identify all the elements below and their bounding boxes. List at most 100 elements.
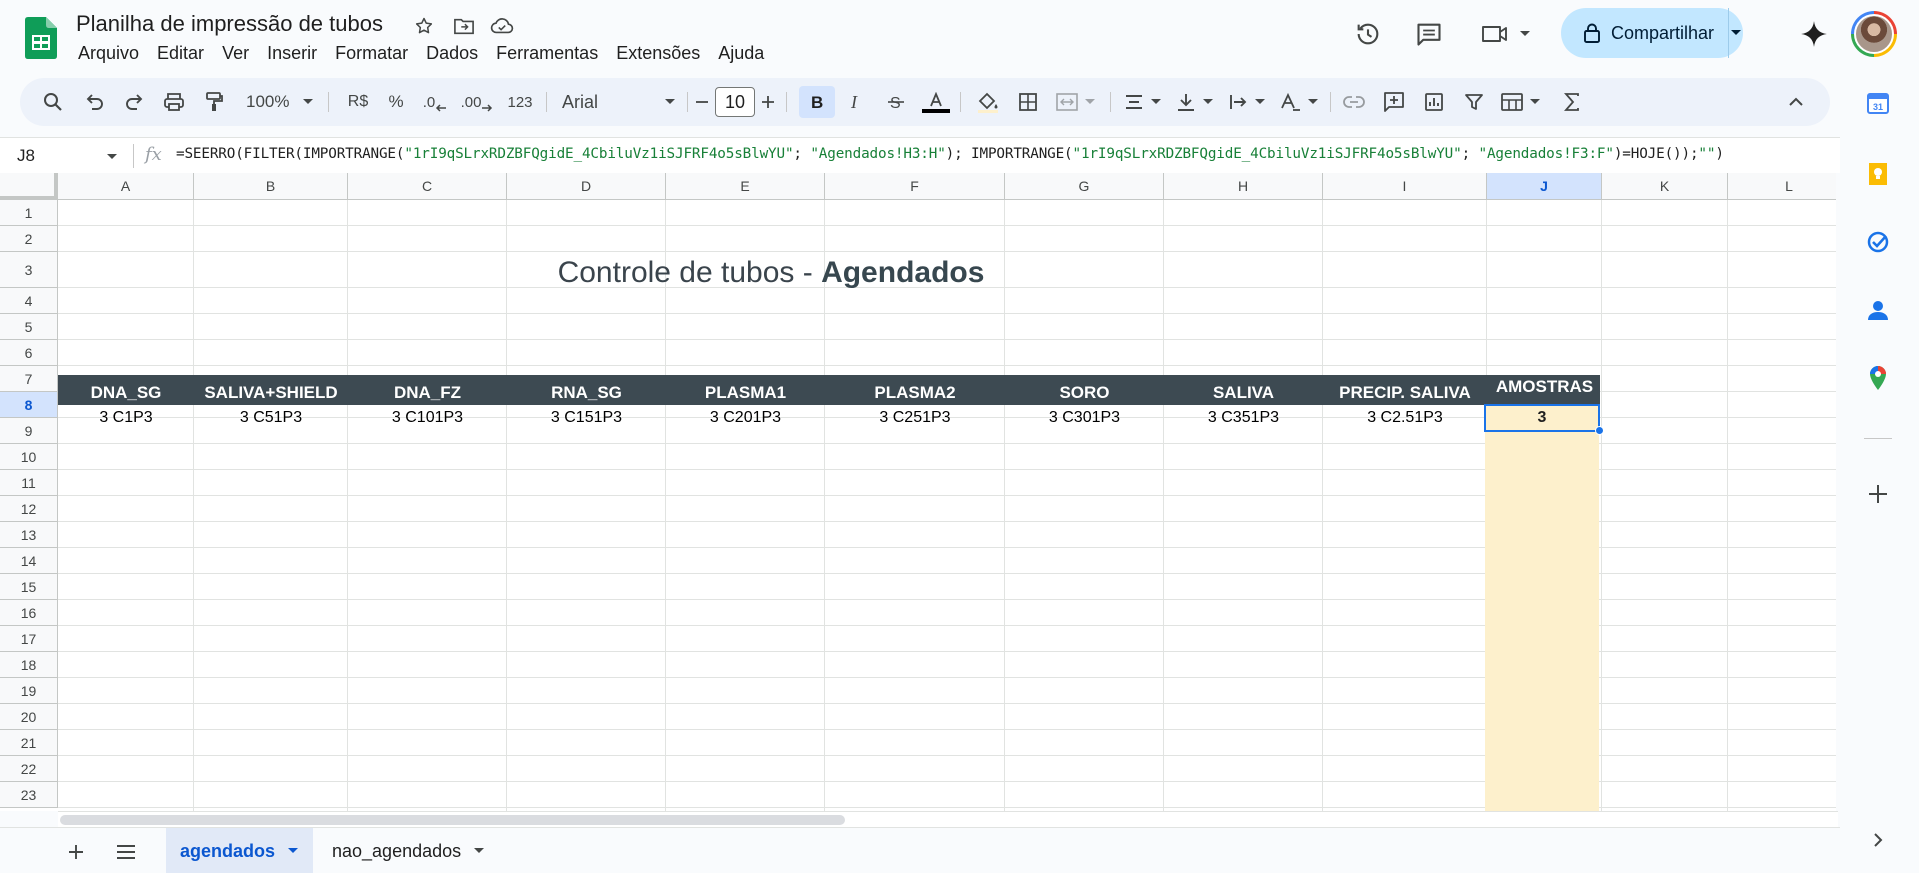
- bold-button[interactable]: B: [799, 86, 835, 118]
- row-header-11[interactable]: 11: [0, 470, 58, 496]
- collapse-toolbar-icon[interactable]: [1780, 86, 1812, 118]
- name-box-dropdown-icon[interactable]: [106, 148, 118, 166]
- row-header-22[interactable]: 22: [0, 756, 58, 782]
- cell-b8[interactable]: 3 C51P3: [194, 405, 348, 431]
- name-box[interactable]: J8: [17, 146, 35, 166]
- filter-icon[interactable]: [1458, 86, 1490, 118]
- header-cell-c[interactable]: DNA_FZ: [348, 375, 507, 405]
- header-cell-f[interactable]: PLASMA2: [825, 375, 1005, 405]
- cell-j8[interactable]: 3: [1485, 405, 1599, 431]
- move-folder-icon[interactable]: [452, 14, 476, 38]
- functions-icon[interactable]: [1556, 86, 1588, 118]
- vertical-align-icon[interactable]: [1170, 86, 1220, 118]
- redo-icon[interactable]: [118, 86, 150, 118]
- menu-extensoes[interactable]: Extensões: [607, 41, 709, 66]
- print-icon[interactable]: [158, 86, 190, 118]
- select-all-corner[interactable]: [0, 173, 58, 200]
- menu-inserir[interactable]: Inserir: [258, 41, 326, 66]
- maps-icon[interactable]: [1862, 362, 1894, 394]
- comments-icon[interactable]: [1409, 14, 1449, 54]
- star-icon[interactable]: [412, 14, 436, 38]
- menu-formatar[interactable]: Formatar: [326, 41, 417, 66]
- formula-input[interactable]: =SEERRO(FILTER(IMPORTRANGE("1rI9qSLrxRDZ…: [176, 146, 1724, 162]
- keep-icon[interactable]: [1862, 158, 1894, 190]
- row-header-5[interactable]: 5: [0, 314, 58, 340]
- get-addons-icon[interactable]: [1862, 478, 1894, 510]
- header-cell-j[interactable]: AMOSTRAS: [1487, 375, 1602, 405]
- row-header-14[interactable]: 14: [0, 548, 58, 574]
- sheet-tab-agendados[interactable]: agendados: [166, 828, 314, 873]
- row-header-6[interactable]: 6: [0, 340, 58, 366]
- search-menus-icon[interactable]: [37, 86, 69, 118]
- horizontal-scrollbar[interactable]: [58, 811, 1838, 827]
- spreadsheet-grid[interactable]: Controle de tubos - Agendados 3 ABCDEFGH…: [0, 173, 1836, 811]
- paint-format-icon[interactable]: [198, 86, 230, 118]
- zoom-select[interactable]: 100%: [240, 86, 320, 118]
- percent-format-button[interactable]: %: [382, 86, 410, 118]
- row-header-23[interactable]: 23: [0, 782, 58, 808]
- version-history-icon[interactable]: [1348, 14, 1388, 54]
- cell-f8[interactable]: 3 C251P3: [825, 405, 1005, 431]
- column-header-a[interactable]: A: [58, 173, 194, 200]
- filter-views-icon[interactable]: [1496, 86, 1546, 118]
- expand-side-panel-icon[interactable]: [1862, 824, 1894, 856]
- contacts-icon[interactable]: [1862, 294, 1894, 326]
- column-header-c[interactable]: C: [348, 173, 507, 200]
- text-wrapping-icon[interactable]: [1222, 86, 1272, 118]
- share-button[interactable]: Compartilhar: [1561, 8, 1743, 58]
- row-header-21[interactable]: 21: [0, 730, 58, 756]
- row-header-17[interactable]: 17: [0, 626, 58, 652]
- cell-g8[interactable]: 3 C301P3: [1005, 405, 1164, 431]
- all-sheets-icon[interactable]: [112, 838, 140, 866]
- borders-icon[interactable]: [1012, 86, 1044, 118]
- header-cell-g[interactable]: SORO: [1005, 375, 1164, 405]
- user-avatar[interactable]: [1851, 11, 1897, 57]
- font-select[interactable]: Arial: [556, 86, 682, 118]
- cell-e8[interactable]: 3 C201P3: [666, 405, 825, 431]
- row-header-20[interactable]: 20: [0, 704, 58, 730]
- column-header-g[interactable]: G: [1005, 173, 1164, 200]
- menu-dados[interactable]: Dados: [417, 41, 487, 66]
- row-header-10[interactable]: 10: [0, 444, 58, 470]
- insert-comment-icon[interactable]: [1378, 86, 1410, 118]
- add-sheet-icon[interactable]: [62, 838, 90, 866]
- font-size-minus-icon[interactable]: [691, 86, 713, 118]
- font-size-plus-icon[interactable]: [757, 86, 779, 118]
- row-header-19[interactable]: 19: [0, 678, 58, 704]
- cloud-saved-icon[interactable]: [490, 14, 514, 38]
- sheet-tab-nao-agendados[interactable]: nao_agendados: [318, 828, 499, 873]
- row-header-16[interactable]: 16: [0, 600, 58, 626]
- horizontal-align-icon[interactable]: [1118, 86, 1168, 118]
- calendar-icon[interactable]: 31: [1862, 87, 1894, 119]
- header-cell-a[interactable]: DNA_SG: [58, 375, 194, 405]
- column-header-e[interactable]: E: [666, 173, 825, 200]
- menu-ferramentas[interactable]: Ferramentas: [487, 41, 607, 66]
- font-size-input[interactable]: 10: [715, 87, 755, 117]
- row-header-3[interactable]: 3: [0, 252, 58, 288]
- fill-handle[interactable]: [1595, 426, 1604, 435]
- row-header-13[interactable]: 13: [0, 522, 58, 548]
- row-header-2[interactable]: 2: [0, 226, 58, 252]
- insert-link-icon[interactable]: [1338, 86, 1370, 118]
- column-header-f[interactable]: F: [825, 173, 1005, 200]
- cell-c8[interactable]: 3 C101P3: [348, 405, 507, 431]
- cell-a8[interactable]: 3 C1P3: [58, 405, 194, 431]
- row-header-4[interactable]: 4: [0, 288, 58, 314]
- text-color-button[interactable]: [920, 86, 952, 118]
- row-header-18[interactable]: 18: [0, 652, 58, 678]
- header-cell-e[interactable]: PLASMA1: [666, 375, 825, 405]
- column-header-b[interactable]: B: [194, 173, 348, 200]
- merge-cells-icon[interactable]: [1050, 86, 1102, 118]
- row-header-8[interactable]: 8: [0, 392, 58, 418]
- cell-d8[interactable]: 3 C151P3: [507, 405, 666, 431]
- menu-arquivo[interactable]: Arquivo: [69, 41, 148, 66]
- column-header-i[interactable]: I: [1323, 173, 1487, 200]
- header-cell-i[interactable]: PRECIP. SALIVA: [1323, 375, 1487, 405]
- row-header-7[interactable]: 7: [0, 366, 58, 392]
- document-title[interactable]: Planilha de impressão de tubos: [76, 11, 383, 37]
- horizontal-scroll-thumb[interactable]: [60, 815, 845, 825]
- column-header-d[interactable]: D: [507, 173, 666, 200]
- header-cell-d[interactable]: RNA_SG: [507, 375, 666, 405]
- row-header-1[interactable]: 1: [0, 200, 58, 226]
- undo-icon[interactable]: [79, 86, 111, 118]
